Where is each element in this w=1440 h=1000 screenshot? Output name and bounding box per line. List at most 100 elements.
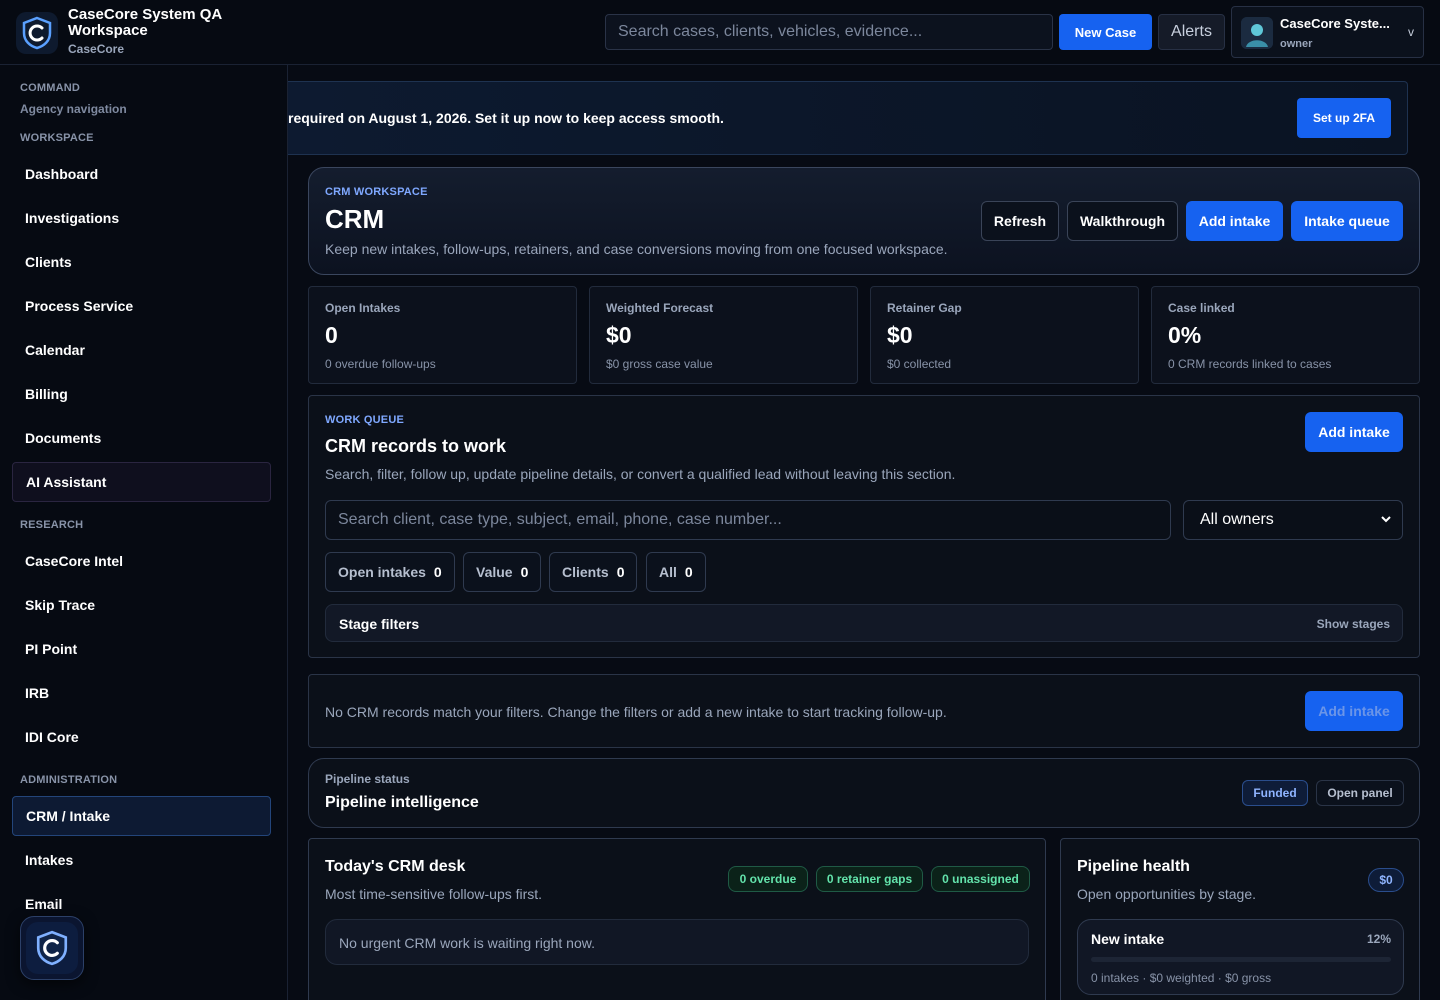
- chip-label: Value: [476, 564, 513, 580]
- sidebar-item-clients[interactable]: Clients: [12, 242, 271, 282]
- user-name: CaseCore Syste...: [1280, 16, 1390, 31]
- stat-value: $0: [887, 322, 913, 348]
- workspace-title: CaseCore System QA Workspace: [68, 6, 222, 39]
- pipeline-status-label: Pipeline status: [325, 772, 410, 786]
- sidebar-section-research: RESEARCH: [20, 519, 84, 531]
- open-panel-button[interactable]: Open panel: [1316, 780, 1404, 806]
- work-queue-panel: WORK QUEUE CRM records to work Search, f…: [308, 395, 1420, 658]
- sidebar-item-casecore-intel[interactable]: CaseCore Intel: [12, 541, 271, 581]
- filter-chip-clients[interactable]: Clients 0: [549, 552, 638, 592]
- stage-meta: 0 intakes · $0 weighted · $0 gross: [1091, 971, 1272, 985]
- chip-label: All: [659, 564, 677, 580]
- pipeline-intelligence-panel: Pipeline status Pipeline intelligence Fu…: [308, 758, 1420, 828]
- sidebar-section-administration: ADMINISTRATION: [20, 774, 118, 786]
- unassigned-badge: 0 unassigned: [931, 866, 1030, 892]
- user-menu[interactable]: CaseCore Syste... owner v: [1231, 6, 1424, 58]
- new-case-button[interactable]: New Case: [1059, 14, 1152, 50]
- sidebar-item-investigations[interactable]: Investigations: [12, 198, 271, 238]
- filter-chip-open-intakes[interactable]: Open intakes 0: [325, 552, 455, 592]
- avatar: [1241, 17, 1273, 49]
- filter-chip-all[interactable]: All 0: [646, 552, 706, 592]
- sidebar-nav-caption: Agency navigation: [20, 102, 127, 116]
- crm-desk-subtitle: Most time-sensitive follow-ups first.: [325, 886, 543, 902]
- filter-chip-value[interactable]: Value 0: [463, 552, 542, 592]
- stat-open-intakes: Open Intakes 0 0 overdue follow-ups: [308, 286, 577, 384]
- alerts-button[interactable]: Alerts: [1158, 14, 1225, 50]
- stat-label: Weighted Forecast: [606, 301, 714, 315]
- pipeline-stage-card[interactable]: New intake 12% 0 intakes · $0 weighted ·…: [1077, 919, 1404, 995]
- intake-queue-button[interactable]: Intake queue: [1291, 201, 1403, 241]
- casecore-logo-icon[interactable]: [16, 12, 58, 54]
- stat-sub: $0 collected: [887, 357, 952, 371]
- sidebar-item-idi-core[interactable]: IDI Core: [12, 717, 271, 757]
- funded-pill[interactable]: Funded: [1242, 780, 1308, 806]
- chip-count: 0: [684, 564, 693, 580]
- page-title: CRM: [325, 204, 385, 234]
- stat-sub: 0 CRM records linked to cases: [1168, 357, 1332, 371]
- crm-desk-empty: No urgent CRM work is waiting right now.: [325, 919, 1029, 965]
- stat-retainer-gap: Retainer Gap $0 $0 collected: [870, 286, 1139, 384]
- stat-value: 0: [325, 322, 338, 348]
- show-stages-toggle[interactable]: Show stages: [1317, 617, 1390, 631]
- chip-count: 0: [520, 564, 529, 580]
- stage-filters-bar[interactable]: Stage filters Show stages: [325, 604, 1403, 642]
- empty-state-panel: No CRM records match your filters. Chang…: [308, 674, 1420, 748]
- stat-value: $0: [606, 322, 632, 348]
- pipeline-health-subtitle: Open opportunities by stage.: [1077, 886, 1257, 902]
- overdue-badge: 0 overdue: [728, 866, 808, 892]
- owner-select-value: All owners: [1200, 511, 1274, 528]
- crm-desk-title: Today's CRM desk: [325, 858, 466, 875]
- stat-label: Retainer Gap: [887, 301, 962, 315]
- sidebar-item-dashboard[interactable]: Dashboard: [12, 154, 271, 194]
- sidebar: COMMAND Agency navigation WORKSPACE Dash…: [0, 65, 288, 1000]
- stage-filters-title: Stage filters: [339, 616, 420, 632]
- setup-2fa-button[interactable]: Set up 2FA: [1297, 98, 1391, 138]
- work-queue-add-intake-button[interactable]: Add intake: [1305, 412, 1403, 452]
- sidebar-section-command: COMMAND: [20, 82, 81, 94]
- chevron-down-icon: [1381, 516, 1391, 523]
- empty-state-message: No CRM records match your filters. Chang…: [325, 704, 947, 720]
- chip-label: Clients: [562, 564, 609, 580]
- sidebar-item-process-service[interactable]: Process Service: [12, 286, 271, 326]
- crm-records-search-input[interactable]: [325, 500, 1171, 540]
- crm-header-card: CRM WORKSPACE CRM Keep new intakes, foll…: [308, 167, 1420, 275]
- global-search-input[interactable]: [605, 14, 1053, 50]
- walkthrough-button[interactable]: Walkthrough: [1067, 201, 1178, 241]
- sidebar-item-irb[interactable]: IRB: [12, 673, 271, 713]
- stat-weighted-forecast: Weighted Forecast $0 $0 gross case value: [589, 286, 858, 384]
- crm-desk-panel: Today's CRM desk Most time-sensitive fol…: [308, 838, 1046, 1000]
- sidebar-item-billing[interactable]: Billing: [12, 374, 271, 414]
- chevron-down-icon[interactable]: v: [1408, 25, 1414, 39]
- workspace-subtitle: CaseCore: [68, 42, 125, 56]
- stat-label: Case linked: [1168, 301, 1235, 315]
- empty-state-add-intake-button[interactable]: Add intake: [1305, 691, 1403, 731]
- casecore-shield-icon: [26, 922, 78, 974]
- pipeline-total-badge: $0: [1368, 868, 1404, 892]
- work-queue-title: CRM records to work: [325, 436, 507, 456]
- sidebar-item-skip-trace[interactable]: Skip Trace: [12, 585, 271, 625]
- crm-eyebrow: CRM WORKSPACE: [325, 186, 428, 198]
- owner-select[interactable]: All owners: [1183, 500, 1403, 540]
- banner-message: required on August 1, 2026. Set it up no…: [288, 110, 724, 126]
- assistant-launcher-button[interactable]: [20, 916, 84, 980]
- stat-case-linked: Case linked 0% 0 CRM records linked to c…: [1151, 286, 1420, 384]
- pipeline-intelligence-title: Pipeline intelligence: [325, 794, 479, 811]
- stage-name: New intake: [1091, 931, 1165, 947]
- stat-value: 0%: [1168, 322, 1202, 348]
- chip-label: Open intakes: [338, 564, 426, 580]
- stage-percent: 12%: [1366, 932, 1391, 946]
- refresh-button[interactable]: Refresh: [981, 201, 1059, 241]
- sidebar-item-crm-intake[interactable]: CRM / Intake: [12, 796, 271, 836]
- pipeline-health-panel: Pipeline health Open opportunities by st…: [1060, 838, 1420, 1000]
- sidebar-item-calendar[interactable]: Calendar: [12, 330, 271, 370]
- sidebar-item-pi-point[interactable]: PI Point: [12, 629, 271, 669]
- chip-count: 0: [433, 564, 442, 580]
- add-intake-button[interactable]: Add intake: [1186, 201, 1283, 241]
- sidebar-item-documents[interactable]: Documents: [12, 418, 271, 458]
- work-queue-eyebrow: WORK QUEUE: [325, 414, 404, 426]
- sidebar-item-ai-assistant[interactable]: AI Assistant: [12, 462, 271, 502]
- crm-desk-empty-message: No urgent CRM work is waiting right now.: [339, 935, 595, 951]
- stage-progress-track: [1091, 957, 1391, 962]
- sidebar-item-intakes[interactable]: Intakes: [12, 840, 271, 880]
- user-role: owner: [1280, 38, 1313, 50]
